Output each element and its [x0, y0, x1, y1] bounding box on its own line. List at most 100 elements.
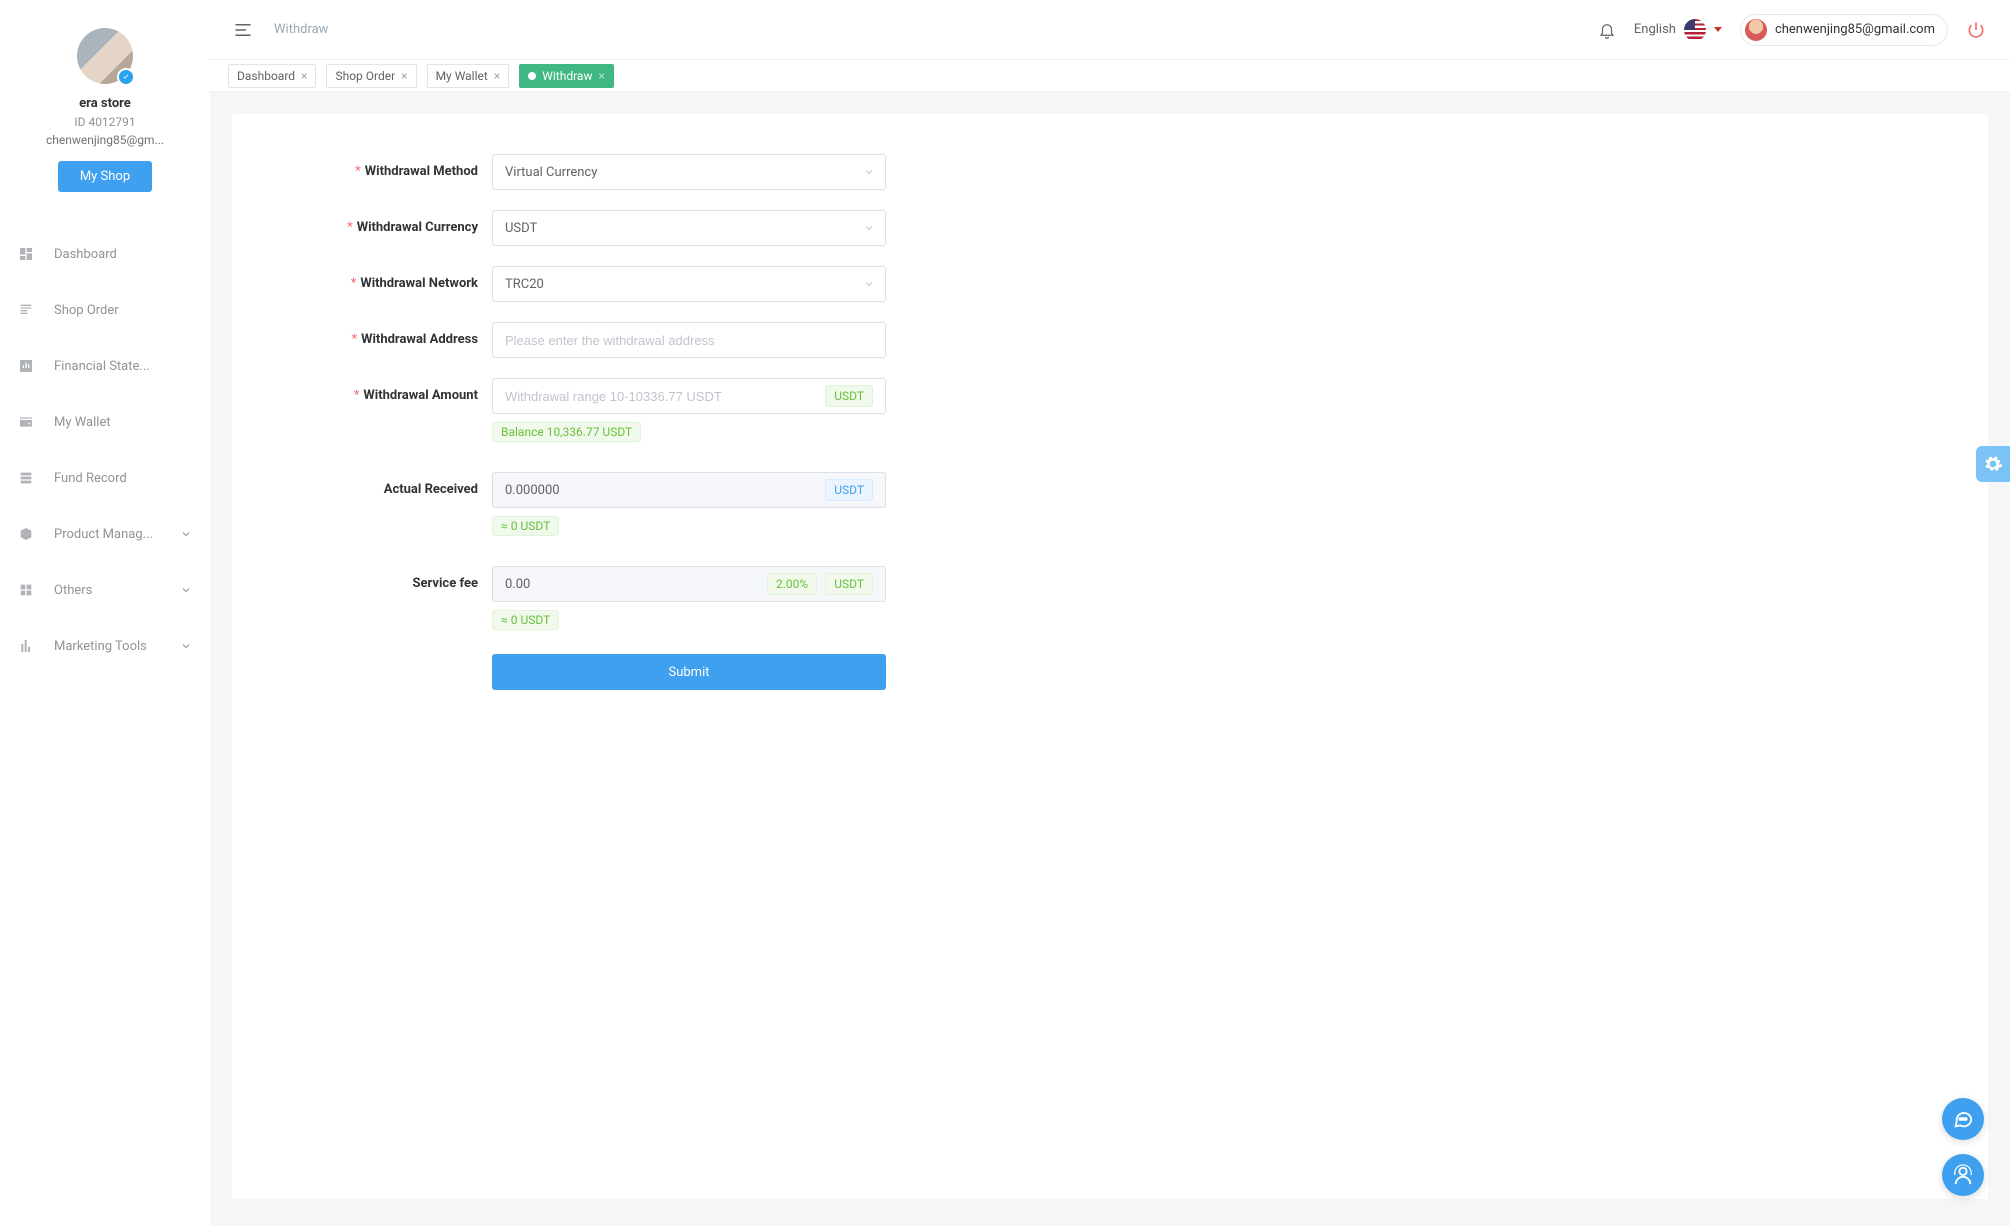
- select-withdrawal-network[interactable]: TRC20: [492, 266, 886, 302]
- nav-financial-statements[interactable]: Financial State...: [0, 338, 210, 394]
- label-withdrawal-amount: *Withdrawal Amount: [292, 378, 492, 403]
- label-withdrawal-currency: *Withdrawal Currency: [292, 210, 492, 235]
- fee-approx: ≈ 0 USDT: [492, 610, 932, 630]
- tab-shop-order[interactable]: Shop Order ×: [326, 64, 416, 88]
- breadcrumb: Withdraw: [274, 22, 328, 37]
- language-selector[interactable]: English: [1634, 19, 1722, 41]
- fee-rate: 2.00%: [767, 573, 817, 595]
- close-icon[interactable]: ×: [301, 69, 307, 83]
- row-withdrawal-network: *Withdrawal Network TRC20: [292, 266, 932, 302]
- display-service-fee: 0.00 2.00% USDT: [492, 566, 886, 602]
- header-right: English chenwenjing85@gmail.com: [1598, 14, 1986, 46]
- product-icon: [18, 526, 34, 542]
- verified-badge-icon: [117, 68, 135, 86]
- balance-hint: Balance 10,336.77 USDT: [492, 422, 932, 442]
- select-value: USDT: [505, 221, 537, 236]
- nav-shop-order[interactable]: Shop Order: [0, 282, 210, 338]
- received-suffix: USDT: [825, 479, 873, 501]
- label-withdrawal-network: *Withdrawal Network: [292, 266, 492, 291]
- withdraw-form: *Withdrawal Method Virtual Currency *Wit…: [292, 154, 932, 690]
- nav-fund-record[interactable]: Fund Record: [0, 450, 210, 506]
- close-icon[interactable]: ×: [598, 69, 604, 83]
- actual-received-value: 0.000000: [505, 483, 560, 498]
- wallet-icon: [18, 414, 34, 430]
- nav-label: My Wallet: [54, 415, 192, 430]
- chevron-down-icon: [180, 584, 192, 596]
- select-value: TRC20: [505, 277, 544, 292]
- amount-suffix: USDT: [825, 385, 873, 407]
- submit-button[interactable]: Submit: [492, 654, 886, 690]
- nav-product-management[interactable]: Product Manag...: [0, 506, 210, 562]
- my-shop-button[interactable]: My Shop: [58, 161, 152, 192]
- select-withdrawal-method[interactable]: Virtual Currency: [492, 154, 886, 190]
- user-avatar-icon: [1745, 19, 1767, 41]
- profile-block: era store ID 4012791 chenwenjing85@gm...…: [46, 0, 164, 192]
- tab-label: Shop Order: [335, 69, 395, 83]
- support-fab[interactable]: [1942, 1154, 1984, 1196]
- label-withdrawal-address: *Withdrawal Address: [292, 322, 492, 347]
- select-value: Virtual Currency: [505, 165, 597, 180]
- chevron-down-icon: [180, 528, 192, 540]
- sidebar: era store ID 4012791 chenwenjing85@gm...…: [0, 0, 210, 1226]
- nav-label: Product Manag...: [54, 527, 180, 542]
- shop-email: chenwenjing85@gm...: [46, 133, 164, 147]
- user-email: chenwenjing85@gmail.com: [1775, 22, 1935, 37]
- shop-id: ID 4012791: [74, 115, 135, 129]
- nav-others[interactable]: Others: [0, 562, 210, 618]
- close-icon[interactable]: ×: [401, 69, 407, 83]
- tab-label: My Wallet: [436, 69, 488, 83]
- chat-fab[interactable]: [1942, 1098, 1984, 1140]
- nav-label: Financial State...: [54, 359, 192, 374]
- logout-icon[interactable]: [1966, 20, 1986, 40]
- row-service-fee: Service fee 0.00 2.00% USDT ≈ 0 USDT: [292, 566, 932, 630]
- finance-icon: [18, 358, 34, 374]
- page-tabs: Dashboard × Shop Order × My Wallet × Wit…: [210, 60, 2010, 92]
- display-actual-received: 0.000000 USDT: [492, 472, 886, 508]
- tab-withdraw[interactable]: Withdraw ×: [519, 64, 614, 88]
- chevron-down-icon: [863, 222, 875, 234]
- dashboard-icon: [18, 246, 34, 262]
- label-withdrawal-method: *Withdrawal Method: [292, 154, 492, 179]
- nav-marketing-tools[interactable]: Marketing Tools: [0, 618, 210, 674]
- settings-drawer-toggle[interactable]: [1976, 446, 2010, 482]
- order-icon: [18, 302, 34, 318]
- tab-label: Withdraw: [542, 69, 592, 83]
- nav-my-wallet[interactable]: My Wallet: [0, 394, 210, 450]
- label-actual-received: Actual Received: [292, 472, 492, 497]
- input-withdrawal-address-wrap: [492, 322, 886, 358]
- marketing-icon: [18, 638, 34, 654]
- chevron-down-icon: [180, 640, 192, 652]
- input-withdrawal-address[interactable]: [505, 323, 873, 357]
- nav-label: Dashboard: [54, 247, 192, 262]
- sidebar-toggle-icon[interactable]: [234, 23, 252, 37]
- select-withdrawal-currency[interactable]: USDT: [492, 210, 886, 246]
- active-dot-icon: [528, 72, 536, 80]
- input-withdrawal-amount[interactable]: [505, 379, 825, 413]
- caret-down-icon: [1714, 27, 1722, 32]
- row-withdrawal-amount: *Withdrawal Amount USDT Balance 10,336.7…: [292, 378, 932, 442]
- gear-icon: [1983, 454, 2003, 474]
- support-icon: [1952, 1164, 1974, 1186]
- notifications-icon[interactable]: [1598, 21, 1616, 39]
- avatar-wrap[interactable]: [77, 28, 133, 84]
- shop-name: era store: [79, 96, 131, 111]
- row-withdrawal-address: *Withdrawal Address: [292, 322, 932, 358]
- tab-my-wallet[interactable]: My Wallet ×: [427, 64, 510, 88]
- nav-dashboard[interactable]: Dashboard: [0, 226, 210, 282]
- fee-approx-tag: ≈ 0 USDT: [492, 610, 559, 630]
- user-menu[interactable]: chenwenjing85@gmail.com: [1740, 14, 1948, 46]
- received-approx: ≈ 0 USDT: [492, 516, 932, 536]
- received-approx-tag: ≈ 0 USDT: [492, 516, 559, 536]
- main-area: *Withdrawal Method Virtual Currency *Wit…: [210, 92, 2010, 1226]
- sidebar-nav: Dashboard Shop Order Financial State... …: [0, 226, 210, 674]
- service-fee-value: 0.00: [505, 577, 530, 592]
- top-header: Withdraw English chenwenjing85@gmail.com: [210, 0, 2010, 60]
- row-actual-received: Actual Received 0.000000 USDT ≈ 0 USDT: [292, 472, 932, 536]
- tab-dashboard[interactable]: Dashboard ×: [228, 64, 316, 88]
- language-label: English: [1634, 22, 1676, 37]
- close-icon[interactable]: ×: [494, 69, 500, 83]
- label-service-fee: Service fee: [292, 566, 492, 591]
- withdraw-panel: *Withdrawal Method Virtual Currency *Wit…: [232, 114, 1988, 1199]
- balance-tag: Balance 10,336.77 USDT: [492, 422, 641, 442]
- flag-icon: [1684, 19, 1706, 41]
